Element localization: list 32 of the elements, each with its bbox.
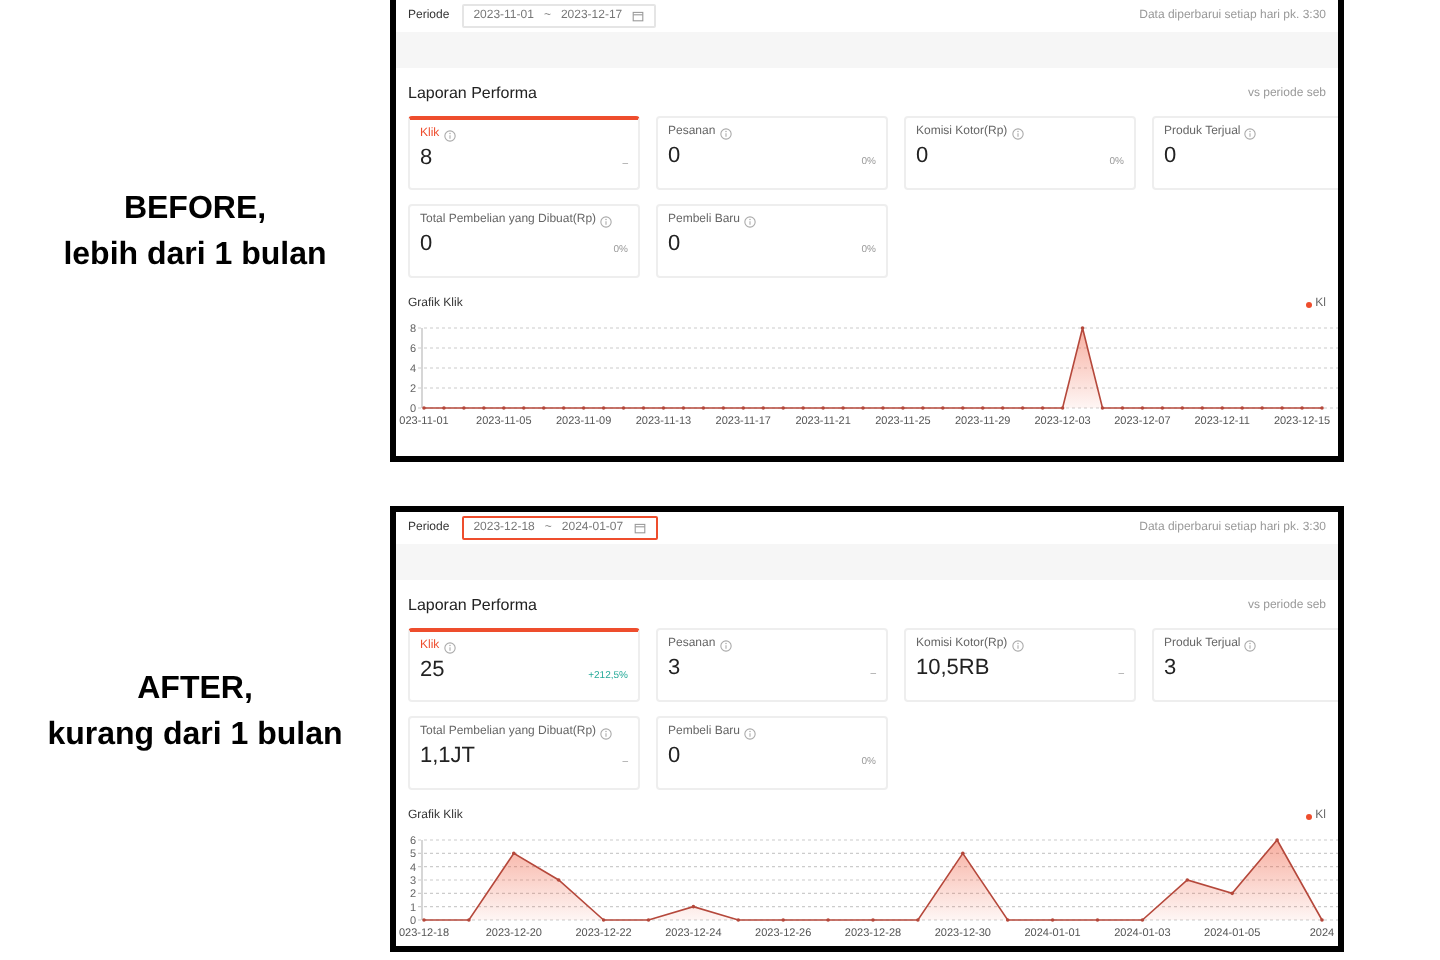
info-icon	[744, 727, 757, 739]
info-icon	[1011, 127, 1024, 139]
info-icon	[744, 215, 757, 227]
caption-text: lebih dari 1 bulan	[63, 235, 327, 275]
metric-value: 3	[1164, 654, 1177, 682]
metric-value: 1,1JT	[420, 742, 476, 770]
info-icon	[1244, 127, 1257, 139]
metric-value: 10,5RB	[916, 654, 990, 682]
info-icon	[719, 127, 732, 139]
caption-text: AFTER,	[137, 669, 253, 709]
info-icon	[600, 215, 613, 227]
info-icon	[1011, 639, 1024, 651]
metric-value: 3	[668, 654, 681, 682]
metric-value: 0	[668, 142, 681, 170]
calendar-icon	[633, 522, 646, 534]
caption-text: BEFORE,	[123, 189, 267, 229]
info-icon	[719, 639, 732, 651]
section-title: Laporan Performa	[408, 594, 537, 618]
info-icon	[1244, 639, 1257, 651]
metric-value: 0	[916, 142, 929, 170]
metric-value: 0	[420, 230, 433, 258]
info-icon	[443, 641, 456, 653]
metric-value: 0	[668, 230, 681, 258]
metric-value: 25	[420, 656, 445, 684]
section-title: Laporan Performa	[408, 82, 537, 106]
metric-value: 8	[420, 144, 433, 172]
info-icon	[600, 727, 613, 739]
metric-value: 0	[1164, 142, 1177, 170]
calendar-icon	[632, 10, 645, 22]
info-icon	[443, 129, 456, 141]
caption-text: kurang dari 1 bulan	[47, 715, 343, 755]
metric-value: 0	[668, 742, 681, 770]
